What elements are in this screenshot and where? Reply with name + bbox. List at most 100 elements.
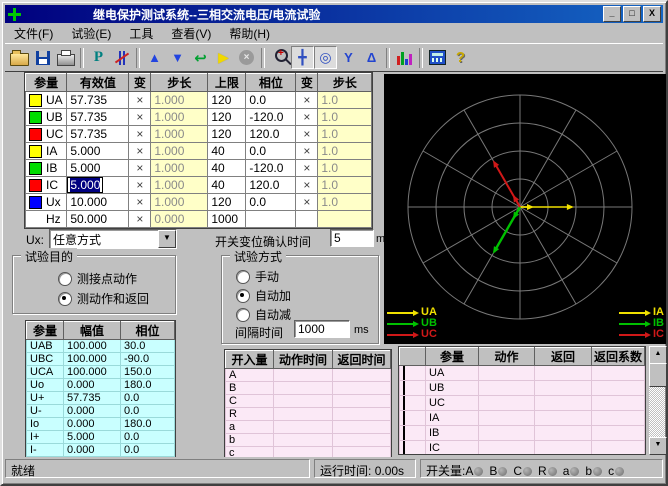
checkbox[interactable] bbox=[403, 396, 405, 410]
var-cell[interactable]: × bbox=[129, 177, 151, 194]
rms-cell[interactable]: 57.735 bbox=[67, 109, 129, 126]
rms-edit-box[interactable]: 5.000 bbox=[67, 177, 103, 193]
checkbox[interactable] bbox=[403, 426, 405, 440]
undo-button[interactable]: ↩ bbox=[189, 46, 212, 69]
radio-icon[interactable] bbox=[236, 289, 250, 303]
step-cell[interactable]: 1.0 bbox=[318, 109, 372, 126]
wye-connection-button[interactable]: Y bbox=[337, 46, 360, 69]
limit-cell[interactable]: 40 bbox=[208, 177, 246, 194]
step-cell[interactable]: 1.0 bbox=[318, 126, 372, 143]
var-cell[interactable]: × bbox=[296, 160, 318, 177]
var-cell[interactable]: × bbox=[129, 126, 151, 143]
axis-view-button[interactable]: ╋ bbox=[291, 46, 314, 69]
rms-cell[interactable]: 57.735 bbox=[67, 92, 129, 109]
harmonics-button[interactable] bbox=[393, 46, 416, 69]
checkbox[interactable] bbox=[403, 366, 405, 380]
limit-cell[interactable]: 40 bbox=[208, 143, 246, 160]
menu-test[interactable]: 试验(E) bbox=[62, 23, 120, 44]
menu-file[interactable]: 文件(F) bbox=[5, 23, 62, 44]
step-cell[interactable]: 1.000 bbox=[151, 126, 208, 143]
help-button[interactable]: ? bbox=[449, 46, 472, 69]
radio-icon[interactable] bbox=[236, 270, 250, 284]
start-button[interactable]: ▶ bbox=[212, 46, 235, 69]
radio-measure-contact-action[interactable]: 测接点动作 bbox=[58, 270, 137, 287]
fault-setting-button[interactable] bbox=[110, 46, 133, 69]
limit-cell[interactable]: 40 bbox=[208, 160, 246, 177]
rms-cell[interactable]: 10.000 bbox=[67, 194, 129, 211]
var-cell[interactable]: × bbox=[129, 194, 151, 211]
limit-cell[interactable]: 120 bbox=[208, 92, 246, 109]
rms-cell[interactable]: 5.000 bbox=[67, 160, 129, 177]
var-cell[interactable]: × bbox=[296, 92, 318, 109]
rms-cell[interactable]: 5.000 bbox=[67, 143, 129, 160]
step-cell[interactable]: 1.0 bbox=[318, 92, 372, 109]
step-cell[interactable]: 1.0 bbox=[318, 143, 372, 160]
step-cell[interactable]: 1.000 bbox=[151, 143, 208, 160]
radio-icon[interactable] bbox=[236, 308, 250, 322]
zoom-button[interactable] bbox=[268, 46, 291, 69]
rms-cell[interactable]: 57.735 bbox=[67, 126, 129, 143]
limit-cell[interactable]: 120 bbox=[208, 194, 246, 211]
phase-cell[interactable]: 0.0 bbox=[246, 92, 296, 109]
open-button[interactable] bbox=[8, 46, 31, 69]
var-cell[interactable]: × bbox=[296, 143, 318, 160]
step-cell[interactable]: 1.0 bbox=[318, 177, 372, 194]
step-cell[interactable]: 1.000 bbox=[151, 92, 208, 109]
scroll-thumb[interactable] bbox=[649, 363, 667, 387]
step-cell[interactable]: 1.000 bbox=[151, 160, 208, 177]
confirm-time-input[interactable]: 5 bbox=[330, 229, 374, 247]
phase-cell[interactable]: -120.0 bbox=[246, 160, 296, 177]
vertical-scrollbar[interactable]: ▲ ▼ bbox=[649, 346, 665, 455]
limit-cell[interactable]: 1000 bbox=[208, 211, 246, 228]
menu-help[interactable]: 帮助(H) bbox=[220, 23, 279, 44]
var-cell[interactable]: × bbox=[129, 109, 151, 126]
step-cell[interactable]: 1.000 bbox=[151, 194, 208, 211]
chevron-down-icon[interactable]: ▼ bbox=[158, 230, 176, 248]
save-button[interactable] bbox=[31, 46, 54, 69]
phase-cell[interactable]: 120.0 bbox=[246, 126, 296, 143]
radio-icon[interactable] bbox=[58, 292, 72, 306]
var-cell[interactable]: × bbox=[129, 160, 151, 177]
print-button[interactable] bbox=[54, 46, 77, 69]
var-cell[interactable]: × bbox=[296, 194, 318, 211]
step-cell[interactable] bbox=[318, 211, 372, 228]
phase-cell[interactable]: -120.0 bbox=[246, 109, 296, 126]
checkbox[interactable] bbox=[403, 441, 405, 455]
radio-icon[interactable] bbox=[58, 272, 72, 286]
phase-cell[interactable]: 0.0 bbox=[246, 143, 296, 160]
rms-edit-cell[interactable]: 5.000 bbox=[67, 177, 129, 194]
polar-view-button[interactable]: ◎ bbox=[314, 46, 337, 69]
stop-button[interactable]: × bbox=[235, 46, 258, 69]
checkbox[interactable] bbox=[403, 411, 405, 425]
ux-mode-combobox[interactable]: 任意方式 ▼ bbox=[49, 229, 177, 249]
decrease-button[interactable]: ▼ bbox=[166, 46, 189, 69]
var-cell[interactable]: × bbox=[296, 177, 318, 194]
radio-auto-decrease[interactable]: 自动减 bbox=[236, 306, 291, 323]
interval-input[interactable]: 1000 bbox=[294, 320, 350, 338]
limit-cell[interactable]: 120 bbox=[208, 126, 246, 143]
close-button[interactable]: X bbox=[643, 6, 661, 22]
menu-view[interactable]: 查看(V) bbox=[162, 23, 220, 44]
scroll-down-button[interactable]: ▼ bbox=[649, 437, 667, 455]
calculator-button[interactable] bbox=[426, 46, 449, 69]
var-cell[interactable]: × bbox=[129, 143, 151, 160]
maximize-button[interactable]: □ bbox=[623, 6, 641, 22]
phase-cell[interactable]: 120.0 bbox=[246, 177, 296, 194]
var-cell[interactable]: × bbox=[129, 92, 151, 109]
checkbox[interactable] bbox=[403, 381, 405, 395]
minimize-button[interactable]: _ bbox=[603, 6, 621, 22]
parameter-button[interactable]: P bbox=[87, 46, 110, 69]
delta-connection-button[interactable]: Δ bbox=[360, 46, 383, 69]
step-cell[interactable]: 1.000 bbox=[151, 109, 208, 126]
radio-manual[interactable]: 手动 bbox=[236, 268, 279, 285]
step-cell[interactable]: 1.0 bbox=[318, 160, 372, 177]
radio-measure-action-return[interactable]: 测动作和返回 bbox=[58, 290, 149, 307]
var-cell[interactable] bbox=[296, 211, 318, 228]
phase-cell[interactable]: 0.0 bbox=[246, 194, 296, 211]
rms-cell[interactable]: 50.000 bbox=[67, 211, 129, 228]
var-cell[interactable]: × bbox=[296, 109, 318, 126]
menu-tools[interactable]: 工具 bbox=[120, 23, 162, 44]
step-cell[interactable]: 1.0 bbox=[318, 194, 372, 211]
increase-button[interactable]: ▲ bbox=[143, 46, 166, 69]
var-cell[interactable]: × bbox=[296, 126, 318, 143]
